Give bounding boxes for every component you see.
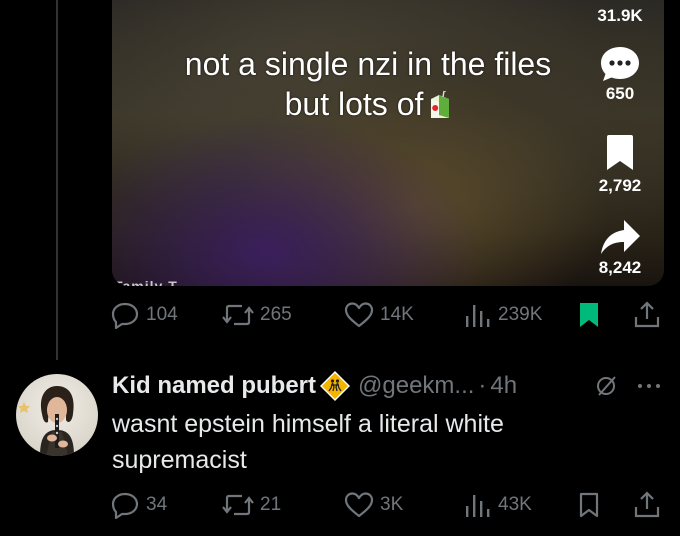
reply-text: wasnt epstein himself a literal white su… (112, 410, 504, 474)
rail-shares[interactable]: 8,242 (590, 218, 650, 278)
share-upload-icon (634, 301, 660, 328)
juice-box-icon (429, 88, 451, 118)
grok-icon[interactable] (594, 374, 618, 398)
views-chart-icon (466, 495, 490, 517)
views-button[interactable]: 239K (462, 300, 542, 330)
reply-like-button[interactable]: 3K (344, 490, 403, 520)
avatar[interactable] (16, 374, 98, 456)
heart-icon (344, 302, 374, 328)
views-count: 239K (498, 304, 543, 325)
rail-saves-count: 2,792 (598, 176, 642, 195)
thread-line (56, 0, 58, 360)
avatar-portrait-image (18, 386, 74, 456)
verified-badge-icon (320, 371, 351, 401)
reply-icon (111, 302, 139, 329)
rail-likes[interactable]: 31.9K (590, 6, 650, 26)
video-player[interactable]: not a single nzi in the files but lots o… (112, 0, 664, 286)
reply-repost-count: 21 (260, 494, 282, 515)
comment-bubble-icon (601, 47, 639, 81)
repost-count: 265 (260, 304, 292, 325)
reply-like-count: 3K (380, 494, 404, 515)
like-count: 14K (380, 304, 414, 325)
like-button[interactable]: 14K (344, 300, 414, 330)
video-watermark: Tamily T (114, 278, 178, 286)
rail-comments[interactable]: 650 (590, 44, 650, 104)
share-upload-icon (634, 491, 660, 518)
repost-icon (222, 494, 254, 516)
repost-button[interactable]: 265 (222, 300, 292, 330)
bookmark-button[interactable] (576, 300, 602, 330)
rail-likes-count: 31.9K (597, 6, 643, 25)
reply-action-bar: 34 21 3K 43K (110, 490, 666, 520)
reply-share-button[interactable] (632, 490, 662, 520)
video-caption-line2: but lots of (284, 86, 424, 122)
reply-author-name[interactable]: Kid named pubert (112, 372, 316, 400)
post-action-bar: 104 265 14K 239K (110, 300, 666, 330)
reply-button[interactable]: 104 (110, 300, 178, 330)
rail-shares-count: 8,242 (598, 258, 642, 277)
reply-views-count: 43K (498, 494, 532, 515)
views-chart-icon (466, 305, 490, 327)
heart-icon (344, 492, 374, 518)
reply-bookmark-button[interactable] (576, 490, 602, 520)
bookmark-outline-icon (579, 492, 599, 518)
reply-timestamp[interactable]: 4h (490, 372, 517, 400)
reply-count: 104 (146, 304, 178, 325)
reply-author-handle[interactable]: @geekm... (358, 372, 474, 400)
reply-reply-count: 34 (146, 494, 168, 515)
video-caption-line2-wrap: but lots of (112, 84, 624, 124)
rail-saves[interactable]: 2,792 (590, 134, 650, 196)
bookmark-filled-icon (580, 303, 598, 327)
share-button[interactable] (632, 300, 662, 330)
reply-header: Kid named pubert @geekm... · 4h (112, 368, 517, 404)
reply-repost-button[interactable]: 21 (222, 490, 281, 520)
save-bookmark-icon (607, 135, 633, 170)
repost-icon (222, 304, 254, 326)
reply-reply-button[interactable]: 34 (110, 490, 167, 520)
reply-views-button[interactable]: 43K (462, 490, 532, 520)
more-options-icon[interactable] (636, 381, 662, 391)
video-caption-line1: not a single nzi in the files (184, 46, 552, 82)
reply-separator: · (478, 372, 487, 399)
share-arrow-icon (601, 220, 640, 254)
reply-icon (111, 492, 139, 519)
rail-comments-count: 650 (605, 84, 635, 103)
video-caption: not a single nzi in the files but lots o… (112, 44, 624, 124)
